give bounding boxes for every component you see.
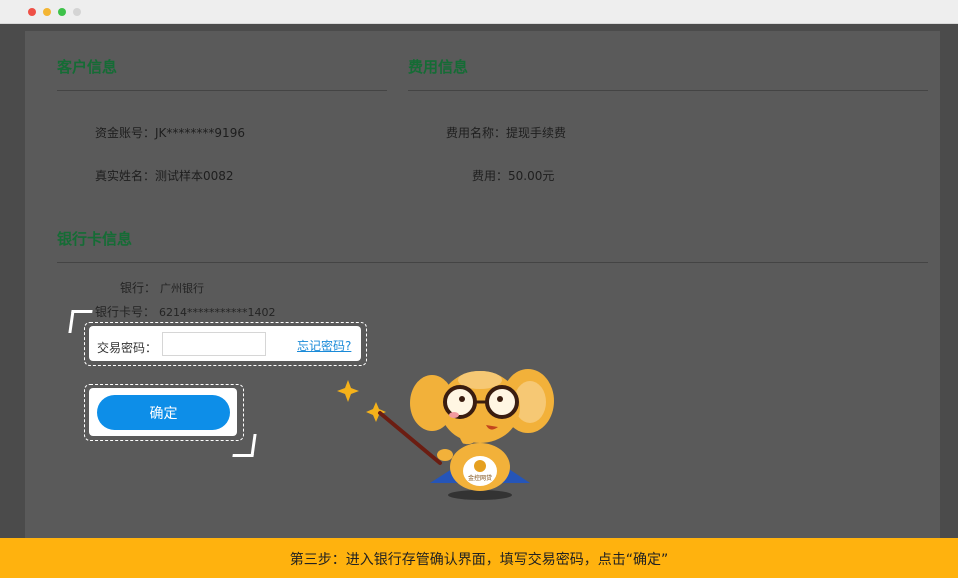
mascot-shadow: [448, 490, 512, 500]
bank-divider: [57, 262, 928, 263]
card-value: 6214***********1402: [159, 306, 276, 319]
password-form: 交易密码： 忘记密码?: [89, 326, 361, 361]
bank-label: 银行：: [120, 281, 157, 295]
card-row: 银行卡号： 6214***********1402: [95, 303, 276, 320]
glasses-icon: [443, 385, 477, 419]
fee-info-title: 费用信息: [408, 58, 469, 76]
account-value: JK********9196: [155, 126, 245, 140]
sparkle-icon: [337, 380, 359, 402]
account-label: 资金账号：: [95, 126, 156, 140]
customer-divider: [57, 90, 387, 91]
bank-value: 广州银行: [160, 282, 205, 295]
bank-row: 银行： 广州银行: [120, 279, 204, 296]
fee-name-label: 费用名称：: [446, 126, 507, 140]
logo-icon: [474, 460, 486, 472]
mascot-eye: [497, 396, 503, 402]
close-window-icon[interactable]: [28, 8, 36, 16]
forgot-password-link[interactable]: 忘记密码?: [297, 337, 351, 354]
password-label: 交易密码：: [97, 341, 158, 355]
highlight-corner-bottom-right: [232, 434, 257, 457]
confirm-button[interactable]: 确定: [97, 395, 230, 430]
window-titlebar: [0, 0, 958, 24]
sparkle-icon: [366, 402, 386, 422]
mascot-badge-text: 金控网贷: [468, 474, 492, 482]
elephant-mascot-illustration: 金控网贷: [337, 369, 554, 500]
minimize-window-icon[interactable]: [43, 8, 51, 16]
name-value: 测试样本0082: [155, 169, 234, 183]
card-label: 银行卡号：: [95, 305, 156, 319]
account-row: 资金账号：JK********9196: [95, 124, 245, 141]
mascot-cheek: [449, 412, 459, 418]
name-row: 真实姓名：测试样本0082: [95, 167, 234, 184]
customer-info-title: 客户信息: [57, 58, 118, 76]
bank-info-title: 银行卡信息: [57, 230, 133, 248]
password-input[interactable]: [162, 332, 266, 356]
fee-name-row: 费用名称：提现手续费: [446, 124, 566, 141]
fee-label: 费用：: [472, 169, 509, 183]
glasses-icon: [485, 385, 519, 419]
mascot-eye: [459, 396, 465, 402]
confirm-button-container: 确定: [89, 388, 237, 436]
mascot-arm: [437, 449, 453, 461]
maximize-window-icon[interactable]: [58, 8, 66, 16]
fee-row: 费用：50.00元: [472, 167, 554, 184]
fee-name-value: 提现手续费: [506, 126, 567, 140]
instruction-banner: 第三步：进入银行存管确认界面，填写交易密码，点击“确定”: [0, 538, 958, 578]
instruction-text: 第三步：进入银行存管确认界面，填写交易密码，点击“确定”: [289, 552, 669, 568]
fee-value: 50.00元: [508, 169, 555, 183]
extra-window-icon: [73, 8, 81, 16]
fee-divider: [408, 90, 928, 91]
name-label: 真实姓名：: [95, 169, 156, 183]
